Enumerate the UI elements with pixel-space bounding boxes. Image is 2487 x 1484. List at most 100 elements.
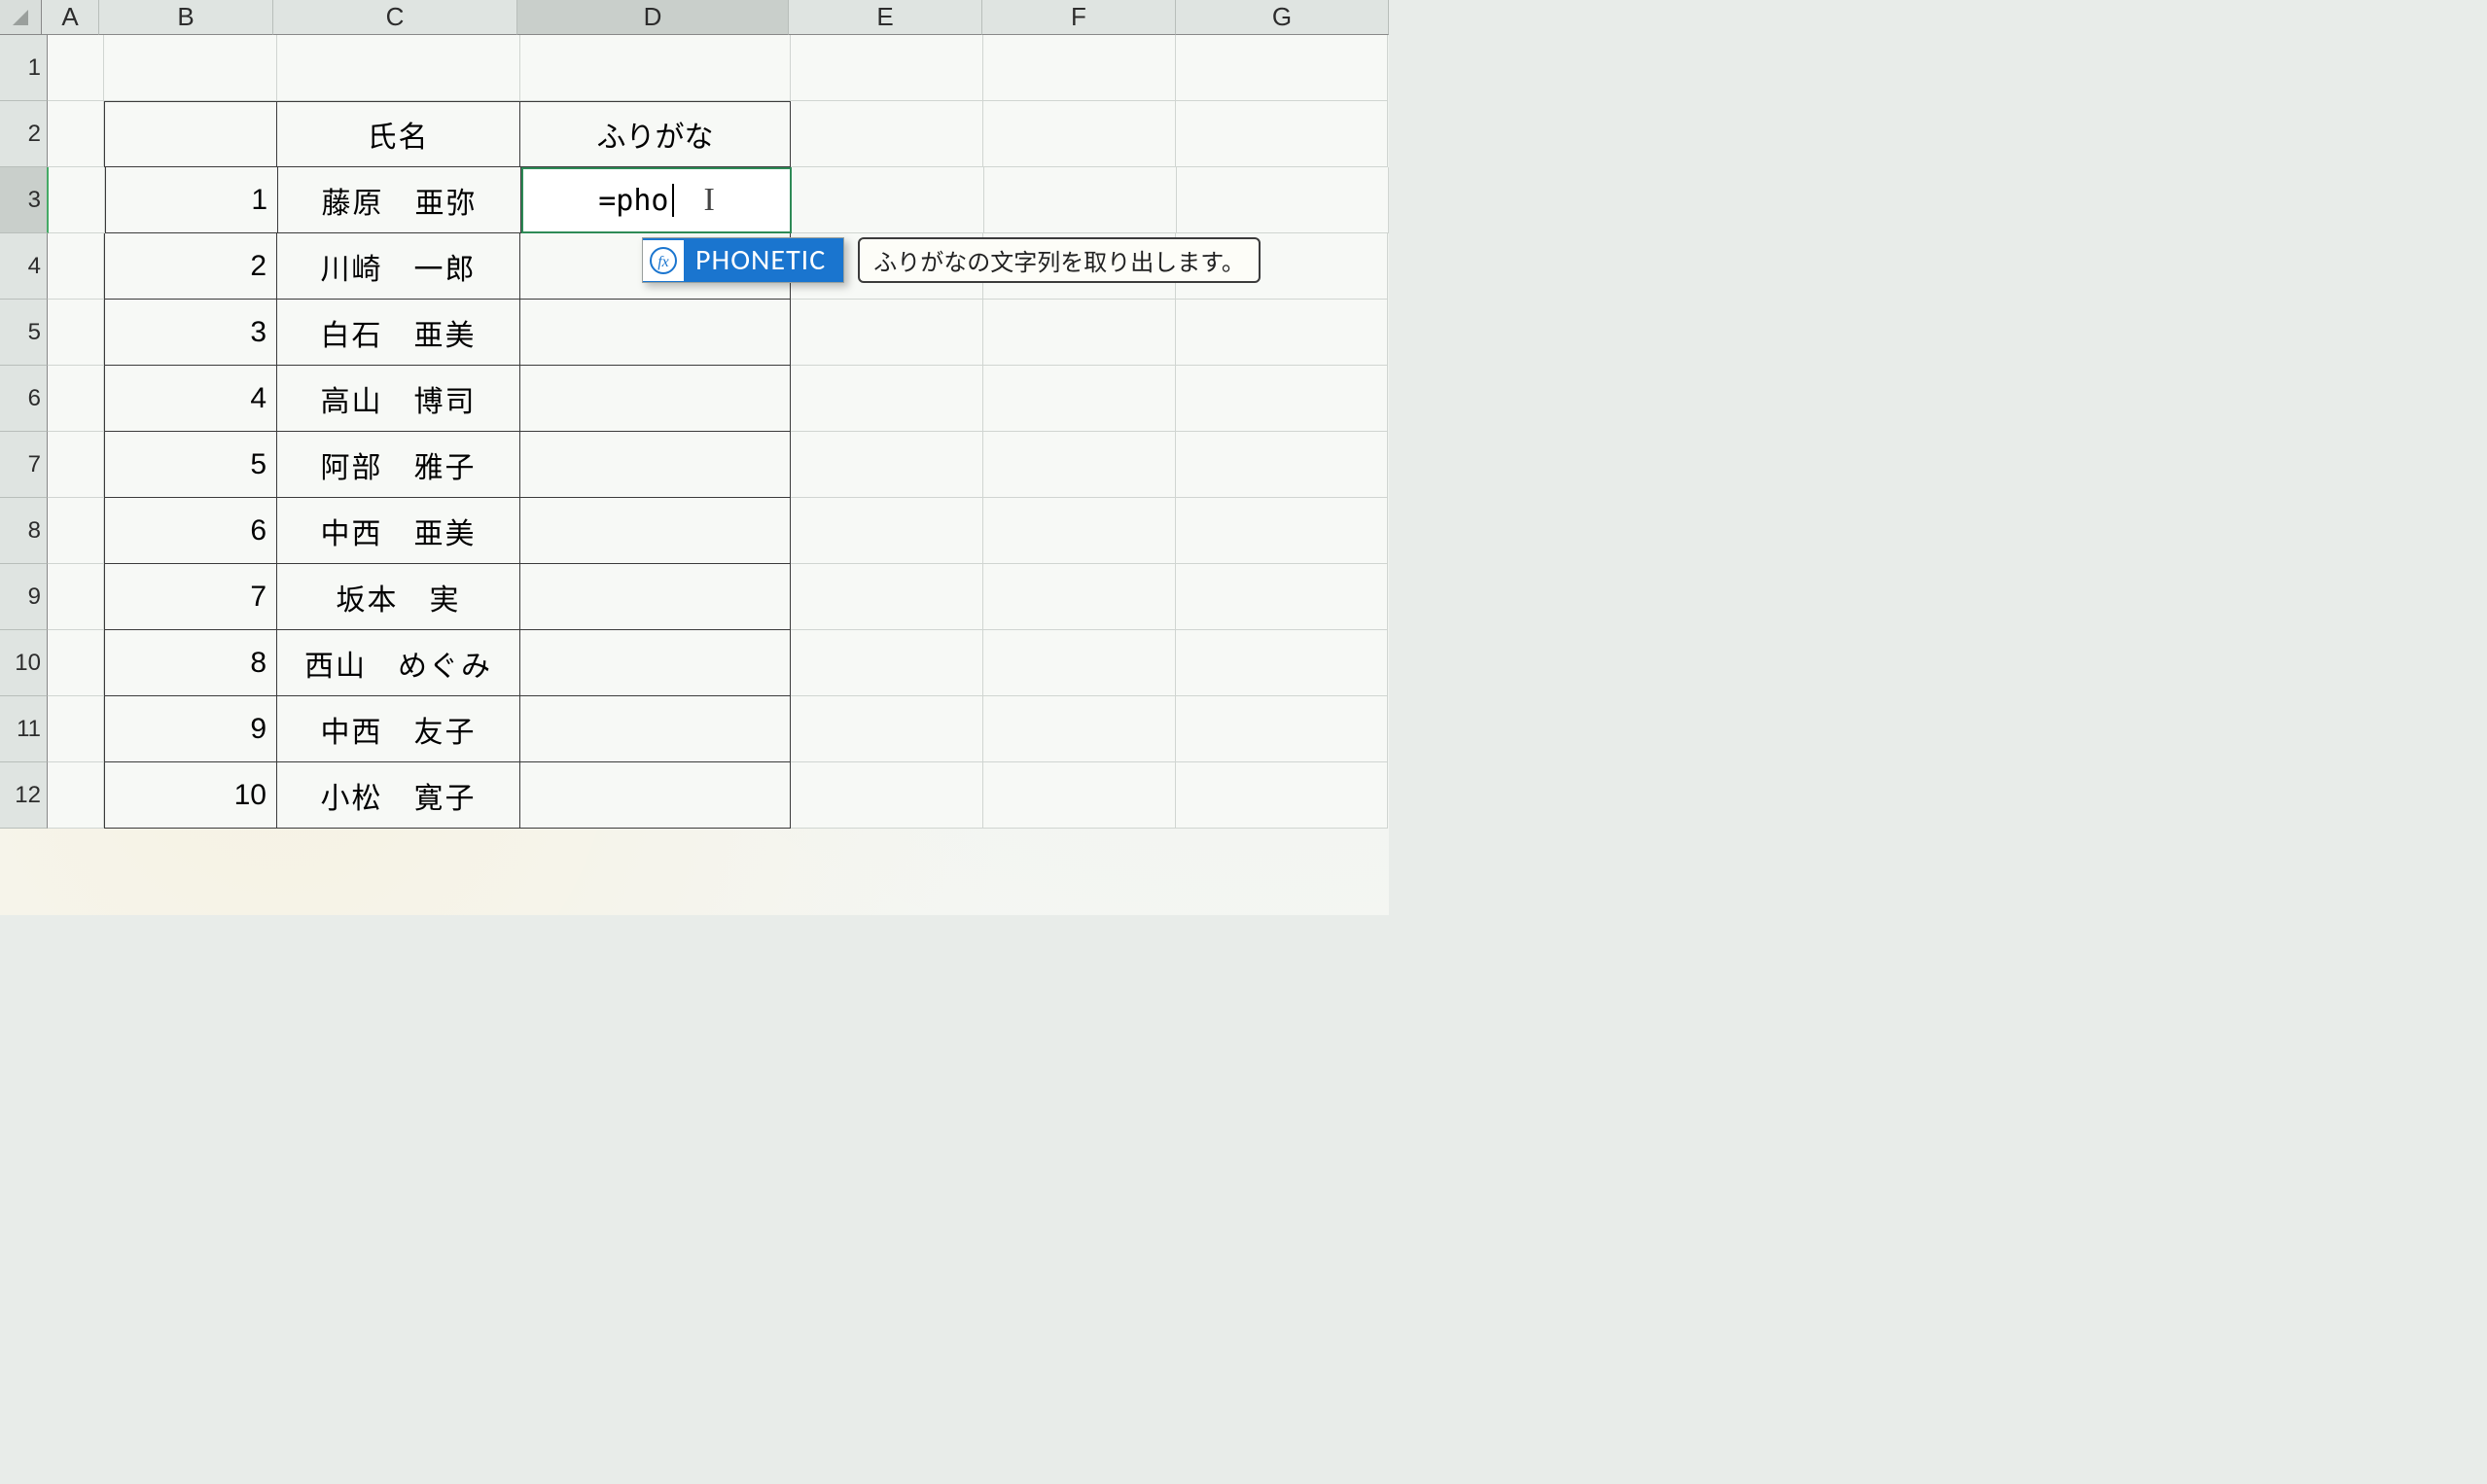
cell-D11[interactable] bbox=[520, 696, 791, 762]
cell-B8[interactable]: 6 bbox=[104, 498, 277, 564]
row-header-4[interactable]: 4 bbox=[0, 233, 48, 300]
row-header-12[interactable]: 12 bbox=[0, 762, 48, 829]
cell-E1[interactable] bbox=[791, 35, 983, 101]
cell-C7[interactable]: 阿部 雅子 bbox=[277, 432, 520, 498]
cell-A10[interactable] bbox=[48, 630, 104, 696]
cell-C9[interactable]: 坂本 実 bbox=[277, 564, 520, 630]
row-header-2[interactable]: 2 bbox=[0, 101, 48, 167]
cell-G2[interactable] bbox=[1176, 101, 1388, 167]
cell-E3[interactable] bbox=[792, 167, 984, 233]
row-header-7[interactable]: 7 bbox=[0, 432, 48, 498]
column-header-B[interactable]: B bbox=[99, 0, 273, 35]
cell-E12[interactable] bbox=[791, 762, 983, 829]
cell-C1[interactable] bbox=[277, 35, 520, 101]
cell-G10[interactable] bbox=[1176, 630, 1388, 696]
cell-G12[interactable] bbox=[1176, 762, 1388, 829]
cell-D3-editing[interactable]: =phoI bbox=[521, 167, 792, 233]
autocomplete-item[interactable]: fx PHONETIC bbox=[642, 237, 844, 283]
cell-D12[interactable] bbox=[520, 762, 791, 829]
cell-F9[interactable] bbox=[983, 564, 1176, 630]
column-header-D[interactable]: D bbox=[517, 0, 789, 35]
cell-B5[interactable]: 3 bbox=[104, 300, 277, 366]
spreadsheet-viewport[interactable]: A B C D E F G 1 2 氏名 ふりがな bbox=[0, 0, 1389, 915]
row-header-1[interactable]: 1 bbox=[0, 35, 48, 101]
cell-A4[interactable] bbox=[48, 233, 104, 300]
row-header-6[interactable]: 6 bbox=[0, 366, 48, 432]
row-header-3[interactable]: 3 bbox=[0, 167, 49, 233]
row-header-10[interactable]: 10 bbox=[0, 630, 48, 696]
cell-F12[interactable] bbox=[983, 762, 1176, 829]
cell-F2[interactable] bbox=[983, 101, 1176, 167]
cell-D2-header-furigana[interactable]: ふりがな bbox=[520, 101, 791, 167]
row-header-8[interactable]: 8 bbox=[0, 498, 48, 564]
cell-A5[interactable] bbox=[48, 300, 104, 366]
row-header-9[interactable]: 9 bbox=[0, 564, 48, 630]
select-all-corner[interactable] bbox=[0, 0, 42, 35]
cell-G8[interactable] bbox=[1176, 498, 1388, 564]
cell-D8[interactable] bbox=[520, 498, 791, 564]
cell-B6[interactable]: 4 bbox=[104, 366, 277, 432]
cell-B7[interactable]: 5 bbox=[104, 432, 277, 498]
cell-F1[interactable] bbox=[983, 35, 1176, 101]
cell-C4[interactable]: 川崎 一郎 bbox=[277, 233, 520, 300]
cell-E10[interactable] bbox=[791, 630, 983, 696]
cell-F8[interactable] bbox=[983, 498, 1176, 564]
cell-F6[interactable] bbox=[983, 366, 1176, 432]
column-header-G[interactable]: G bbox=[1176, 0, 1389, 35]
cell-A6[interactable] bbox=[48, 366, 104, 432]
cell-B10[interactable]: 8 bbox=[104, 630, 277, 696]
cell-A8[interactable] bbox=[48, 498, 104, 564]
cell-G9[interactable] bbox=[1176, 564, 1388, 630]
cell-C8[interactable]: 中西 亜美 bbox=[277, 498, 520, 564]
cell-C3[interactable]: 藤原 亜弥 bbox=[278, 167, 521, 233]
cell-E9[interactable] bbox=[791, 564, 983, 630]
cell-D6[interactable] bbox=[520, 366, 791, 432]
cell-C5[interactable]: 白石 亜美 bbox=[277, 300, 520, 366]
column-header-F[interactable]: F bbox=[982, 0, 1176, 35]
cell-A12[interactable] bbox=[48, 762, 104, 829]
cell-G5[interactable] bbox=[1176, 300, 1388, 366]
cell-F11[interactable] bbox=[983, 696, 1176, 762]
row-header-5[interactable]: 5 bbox=[0, 300, 48, 366]
cell-B2[interactable] bbox=[104, 101, 277, 167]
cell-E6[interactable] bbox=[791, 366, 983, 432]
column-header-A[interactable]: A bbox=[42, 0, 99, 35]
cell-G1[interactable] bbox=[1176, 35, 1388, 101]
cell-A1[interactable] bbox=[48, 35, 104, 101]
cell-F5[interactable] bbox=[983, 300, 1176, 366]
row-header-11[interactable]: 11 bbox=[0, 696, 48, 762]
cell-A11[interactable] bbox=[48, 696, 104, 762]
cell-F7[interactable] bbox=[983, 432, 1176, 498]
cell-A3[interactable] bbox=[49, 167, 105, 233]
cell-E2[interactable] bbox=[791, 101, 983, 167]
cell-B3[interactable]: 1 bbox=[105, 167, 278, 233]
cell-G3[interactable] bbox=[1177, 167, 1389, 233]
cell-B12[interactable]: 10 bbox=[104, 762, 277, 829]
cell-A9[interactable] bbox=[48, 564, 104, 630]
cell-G11[interactable] bbox=[1176, 696, 1388, 762]
column-header-C[interactable]: C bbox=[273, 0, 517, 35]
cell-F3[interactable] bbox=[984, 167, 1177, 233]
cell-E7[interactable] bbox=[791, 432, 983, 498]
cell-D9[interactable] bbox=[520, 564, 791, 630]
cell-D1[interactable] bbox=[520, 35, 791, 101]
cell-F10[interactable] bbox=[983, 630, 1176, 696]
cell-G7[interactable] bbox=[1176, 432, 1388, 498]
cell-B9[interactable]: 7 bbox=[104, 564, 277, 630]
cell-C10[interactable]: 西山 めぐみ bbox=[277, 630, 520, 696]
cell-D7[interactable] bbox=[520, 432, 791, 498]
cell-D10[interactable] bbox=[520, 630, 791, 696]
cell-G6[interactable] bbox=[1176, 366, 1388, 432]
cell-C12[interactable]: 小松 寛子 bbox=[277, 762, 520, 829]
cell-E5[interactable] bbox=[791, 300, 983, 366]
cell-B1[interactable] bbox=[104, 35, 277, 101]
cell-D5[interactable] bbox=[520, 300, 791, 366]
cell-A2[interactable] bbox=[48, 101, 104, 167]
cell-C6[interactable]: 高山 博司 bbox=[277, 366, 520, 432]
cell-E8[interactable] bbox=[791, 498, 983, 564]
cell-E11[interactable] bbox=[791, 696, 983, 762]
cell-A7[interactable] bbox=[48, 432, 104, 498]
cell-C2-header-name[interactable]: 氏名 bbox=[277, 101, 520, 167]
cell-B4[interactable]: 2 bbox=[104, 233, 277, 300]
cell-B11[interactable]: 9 bbox=[104, 696, 277, 762]
